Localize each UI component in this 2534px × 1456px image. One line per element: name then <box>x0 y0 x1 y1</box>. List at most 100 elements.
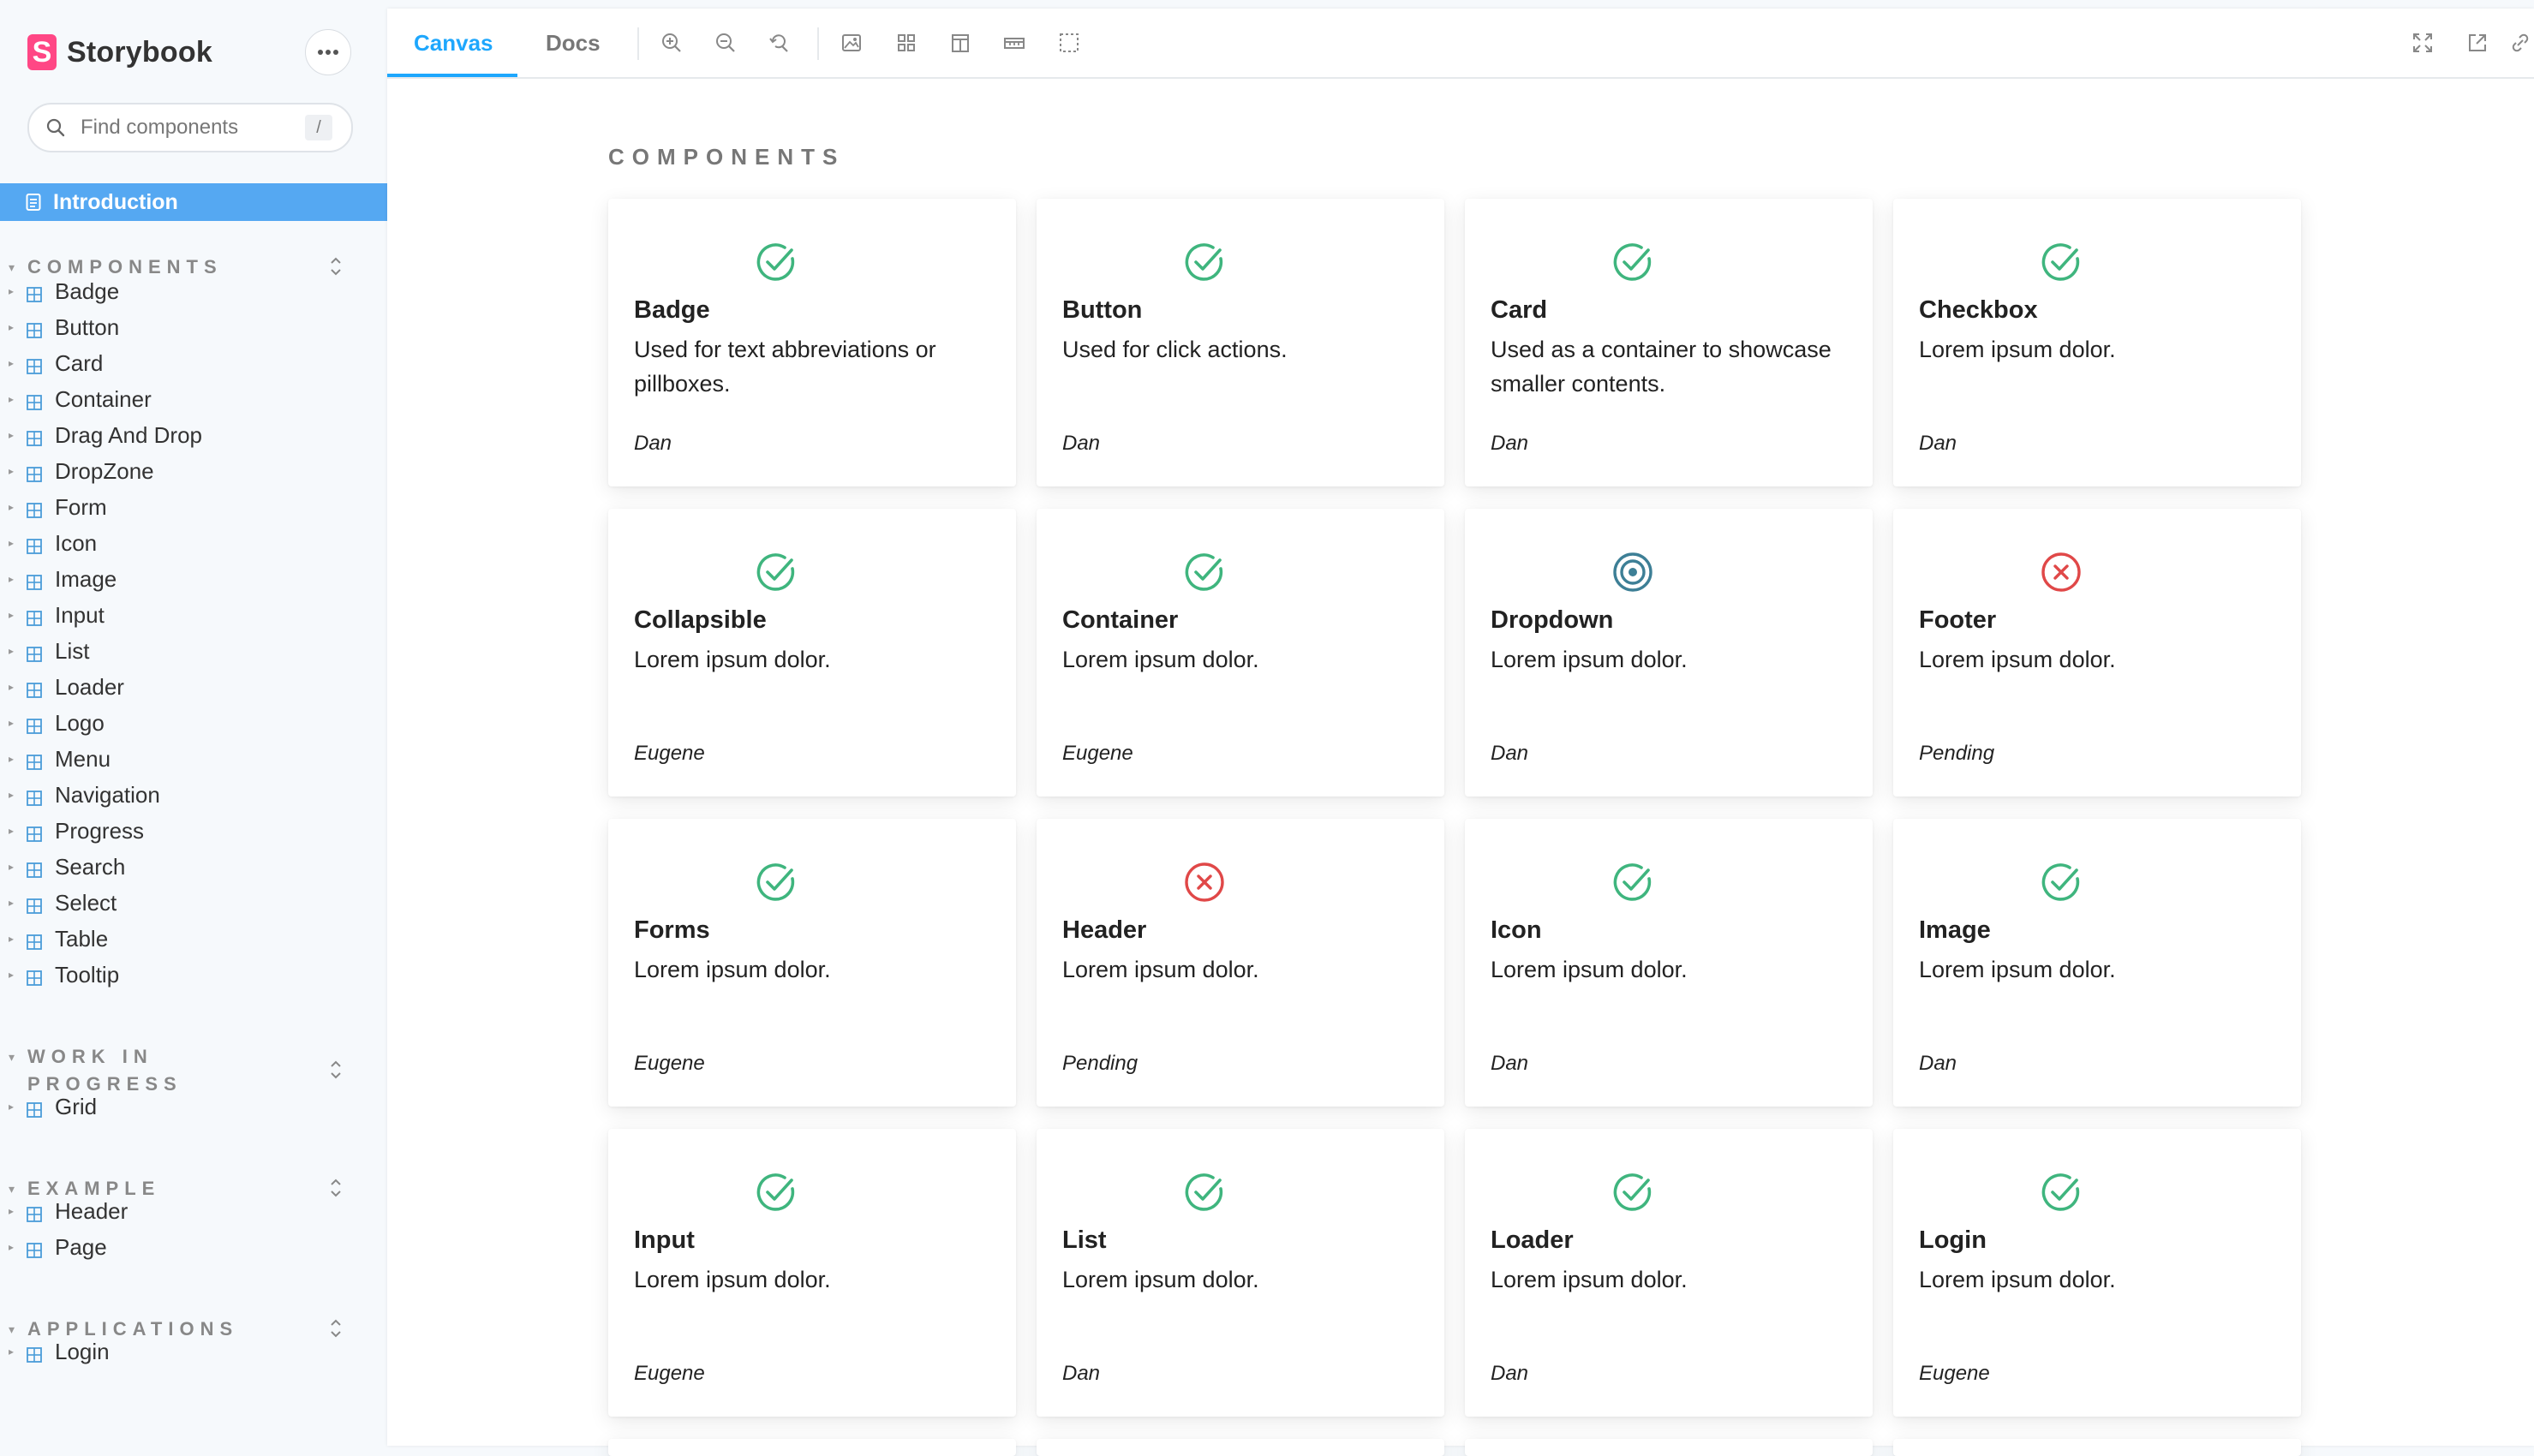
component-card-collapsible[interactable]: Collapsible Lorem ipsum dolor. Eugene <box>608 509 1016 797</box>
component-card-header[interactable]: Header Lorem ipsum dolor. Pending <box>1037 819 1444 1107</box>
sidebar-item-navigation[interactable]: ▸ Navigation <box>0 778 387 812</box>
sidebar-item-form[interactable]: ▸ Form <box>0 490 387 524</box>
sidebar-item-list[interactable]: ▸ List <box>0 634 387 668</box>
card-description: Lorem ipsum dolor. <box>1062 1267 1259 1292</box>
component-card-partial[interactable] <box>1465 1439 1873 1456</box>
component-icon <box>26 750 43 770</box>
component-icon <box>26 642 43 662</box>
card-author: Dan <box>634 432 672 455</box>
measure-button[interactable] <box>1001 29 1028 57</box>
component-card-login[interactable]: Login Lorem ipsum dolor. Eugene <box>1893 1129 2301 1417</box>
grid-button[interactable] <box>893 29 920 57</box>
component-card-checkbox[interactable]: Checkbox Lorem ipsum dolor. Dan <box>1893 199 2301 486</box>
component-card-loader[interactable]: Loader Lorem ipsum dolor. Dan <box>1465 1129 1873 1417</box>
sidebar-item-label: Navigation <box>55 781 160 808</box>
sidebar-item-introduction[interactable]: Introduction <box>0 183 387 221</box>
brand[interactable]: S Storybook <box>27 31 212 74</box>
card-description: Lorem ipsum dolor. <box>634 647 831 672</box>
background-button[interactable] <box>838 29 865 57</box>
check-circle-icon <box>2039 240 2083 284</box>
sidebar-item-page[interactable]: ▸ Page <box>0 1230 387 1264</box>
target-icon <box>1611 550 1655 594</box>
component-icon <box>26 1202 43 1222</box>
card-description: Lorem ipsum dolor. <box>634 1267 831 1292</box>
component-card-badge[interactable]: Badge Used for text abbreviations or pill… <box>608 199 1016 486</box>
component-icon <box>26 498 43 518</box>
sidebar-item-select[interactable]: ▸ Select <box>0 886 387 920</box>
component-icon <box>26 606 43 626</box>
search-input[interactable] <box>79 115 288 140</box>
zoom-out-button[interactable] <box>712 29 739 57</box>
sidebar-item-loader[interactable]: ▸ Loader <box>0 670 387 704</box>
fullscreen-button[interactable] <box>2409 29 2436 57</box>
sidebar-item-login[interactable]: ▸ Login <box>0 1334 387 1369</box>
sidebar-item-container[interactable]: ▸ Container <box>0 382 387 416</box>
component-card-partial[interactable] <box>1893 1439 2301 1456</box>
outline-button[interactable] <box>1055 29 1083 57</box>
sidebar-item-image[interactable]: ▸ Image <box>0 562 387 596</box>
sidebar-item-menu[interactable]: ▸ Menu <box>0 742 387 776</box>
check-circle-icon <box>1182 1170 1227 1214</box>
chevron-right-icon: ▸ <box>9 573 15 585</box>
component-card-container[interactable]: Container Lorem ipsum dolor. Eugene <box>1037 509 1444 797</box>
expand-collapse-icon[interactable] <box>327 1057 344 1083</box>
component-card-dropdown[interactable]: Dropdown Lorem ipsum dolor. Dan <box>1465 509 1873 797</box>
component-card-partial[interactable] <box>608 1439 1016 1456</box>
card-title: Input <box>634 1226 695 1254</box>
component-card-image[interactable]: Image Lorem ipsum dolor. Dan <box>1893 819 2301 1107</box>
sidebar-item-label: Tooltip <box>55 961 120 988</box>
component-card-input[interactable]: Input Lorem ipsum dolor. Eugene <box>608 1129 1016 1417</box>
zoom-in-button[interactable] <box>658 29 685 57</box>
sidebar-item-card[interactable]: ▸ Card <box>0 346 387 380</box>
viewport-button[interactable] <box>947 29 974 57</box>
sidebar-item-drag-and-drop[interactable]: ▸ Drag And Drop <box>0 418 387 452</box>
card-description: Lorem ipsum dolor. <box>1491 957 1688 982</box>
tab-docs[interactable]: Docs <box>546 9 601 77</box>
component-card-card[interactable]: Card Used as a container to showcase smal… <box>1465 199 1873 486</box>
sidebar-item-tooltip[interactable]: ▸ Tooltip <box>0 958 387 992</box>
sidebar-item-table[interactable]: ▸ Table <box>0 922 387 956</box>
copy-link-icon <box>2512 33 2529 52</box>
card-title: Card <box>1491 296 1548 324</box>
component-card-button[interactable]: Button Used for click actions. Dan <box>1037 199 1444 486</box>
sidebar: S Storybook / Introduction ▾COMPONENTS▸B… <box>0 0 387 1449</box>
sidebar-item-search[interactable]: ▸ Search <box>0 850 387 884</box>
grid-icon <box>898 34 915 51</box>
sidebar-item-grid[interactable]: ▸ Grid <box>0 1089 387 1124</box>
component-card-forms[interactable]: Forms Lorem ipsum dolor. Eugene <box>608 819 1016 1107</box>
page-title: COMPONENTS <box>608 144 846 170</box>
sidebar-item-badge[interactable]: ▸ Badge <box>0 274 387 308</box>
sidebar-item-progress[interactable]: ▸ Progress <box>0 814 387 848</box>
card-author: Pending <box>1062 1052 1139 1075</box>
sidebar-item-label: List <box>55 637 90 664</box>
sidebar-item-icon[interactable]: ▸ Icon <box>0 526 387 560</box>
card-description: Lorem ipsum dolor. <box>1491 647 1688 672</box>
chevron-right-icon: ▸ <box>9 429 15 441</box>
tab-canvas[interactable]: Canvas <box>414 9 493 77</box>
component-card-footer[interactable]: Footer Lorem ipsum dolor. Pending <box>1893 509 2301 797</box>
component-card-icon[interactable]: Icon Lorem ipsum dolor. Dan <box>1465 819 1873 1107</box>
copy-link-button[interactable] <box>2508 29 2532 57</box>
component-card-list[interactable]: List Lorem ipsum dolor. Dan <box>1037 1129 1444 1417</box>
search-box[interactable]: / <box>27 103 353 152</box>
component-card-partial[interactable] <box>1037 1439 1444 1456</box>
sidebar-item-logo[interactable]: ▸ Logo <box>0 706 387 740</box>
open-new-tab-icon <box>2469 34 2486 51</box>
sidebar-item-input[interactable]: ▸ Input <box>0 598 387 632</box>
sidebar-item-button[interactable]: ▸ Button <box>0 310 387 344</box>
sidebar-item-label: Login <box>55 1338 110 1364</box>
sidebar-item-dropzone[interactable]: ▸ DropZone <box>0 454 387 488</box>
card-author: Eugene <box>634 1052 705 1075</box>
sidebar-item-label: Form <box>55 493 107 520</box>
sidebar-item-label: DropZone <box>55 457 154 484</box>
sidebar-item-header[interactable]: ▸ Header <box>0 1194 387 1228</box>
open-new-tab-button[interactable] <box>2464 29 2491 57</box>
toolbar-divider <box>817 27 819 60</box>
component-icon <box>26 966 43 986</box>
sidebar-item-label: Header <box>55 1197 128 1224</box>
chevron-right-icon: ▸ <box>9 645 15 657</box>
zoom-reset-button[interactable] <box>766 29 793 57</box>
sidebar-menu-button[interactable] <box>305 29 351 75</box>
x-circle-icon <box>2039 550 2083 594</box>
chevron-right-icon: ▸ <box>9 1101 15 1113</box>
